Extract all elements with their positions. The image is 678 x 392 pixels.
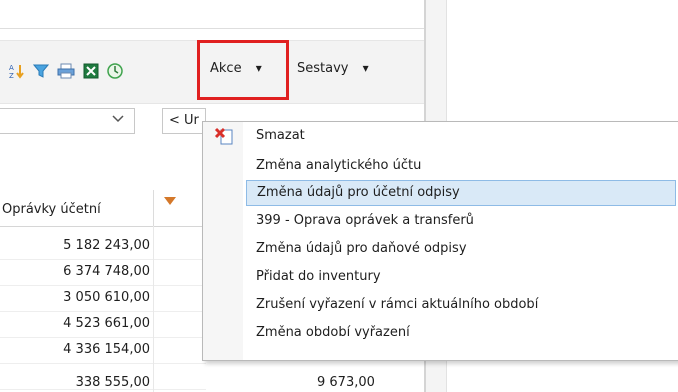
period-combo[interactable]: < Ur (162, 108, 206, 134)
partial-value-cell: 9 673,00 (317, 375, 375, 390)
opravky-cell: 3 050 610,00 (63, 290, 150, 305)
table-row[interactable]: 4 336 154,00 (0, 337, 206, 364)
menu-item-zruseni-vyrazeni[interactable]: Zrušení vyřazení v rámci aktuálního obdo… (246, 292, 676, 318)
akce-highlight-box (197, 40, 289, 100)
menu-item-pridat-do-inventury[interactable]: Přidat do inventury (246, 264, 676, 290)
menu-icon-gutter (203, 122, 243, 360)
opravky-cell: 4 336 154,00 (63, 342, 150, 357)
table-row[interactable]: 6 374 748,00 (0, 259, 206, 286)
sestavy-dropdown-icon: ▾ (362, 61, 369, 75)
filter-icon[interactable] (32, 62, 50, 80)
column-header-opravky[interactable]: Oprávky účetní (2, 202, 101, 217)
sestavy-label: Sestavy (297, 61, 349, 76)
table-row[interactable]: 5 182 243,00 (0, 233, 206, 260)
opravky-cell: 338 555,00 (75, 375, 150, 390)
chevron-down-icon[interactable] (112, 112, 124, 126)
history-icon[interactable] (106, 62, 124, 80)
opravky-cell: 4 523 661,00 (63, 316, 150, 331)
table-row[interactable]: 4 523 661,00 (0, 311, 206, 338)
menu-item-zmena-obdobi-vyrazeni[interactable]: Změna období vyřazení (246, 320, 676, 346)
column-divider[interactable] (153, 190, 154, 226)
delete-icon (213, 126, 235, 148)
table-row[interactable]: 338 555,00 (0, 363, 206, 390)
opravky-cell: 6 374 748,00 (63, 264, 150, 279)
menu-item-zmena-udaju-danove-odpisy[interactable]: Změna údajů pro daňové odpisy (246, 236, 676, 262)
print-icon[interactable] (57, 62, 75, 80)
sestavy-menu-button[interactable]: Sestavy ▾ (297, 61, 369, 76)
sort-az-icon[interactable]: A Z (8, 62, 26, 80)
table-row[interactable]: 3 050 610,00 (0, 285, 206, 312)
svg-text:Z: Z (9, 72, 14, 79)
opravky-cell: 5 182 243,00 (63, 238, 150, 253)
menu-item-oprava-opravek-transferu[interactable]: 399 - Oprava oprávek a transferů (246, 208, 676, 234)
svg-text:A: A (9, 64, 14, 72)
menu-item-zmena-analytickeho-uctu[interactable]: Změna analytického účtu (246, 153, 676, 179)
grid-column-line (153, 226, 154, 392)
period-combo-value: < Ur (169, 113, 199, 128)
menu-item-zmena-udaju-ucetni-odpisy[interactable]: Změna údajů pro účetní odpisy (246, 180, 676, 206)
menu-item-smazat[interactable]: Smazat (246, 123, 676, 149)
excel-icon[interactable] (82, 62, 100, 80)
top-divider (0, 28, 424, 29)
column-filter-icon[interactable] (164, 197, 176, 205)
